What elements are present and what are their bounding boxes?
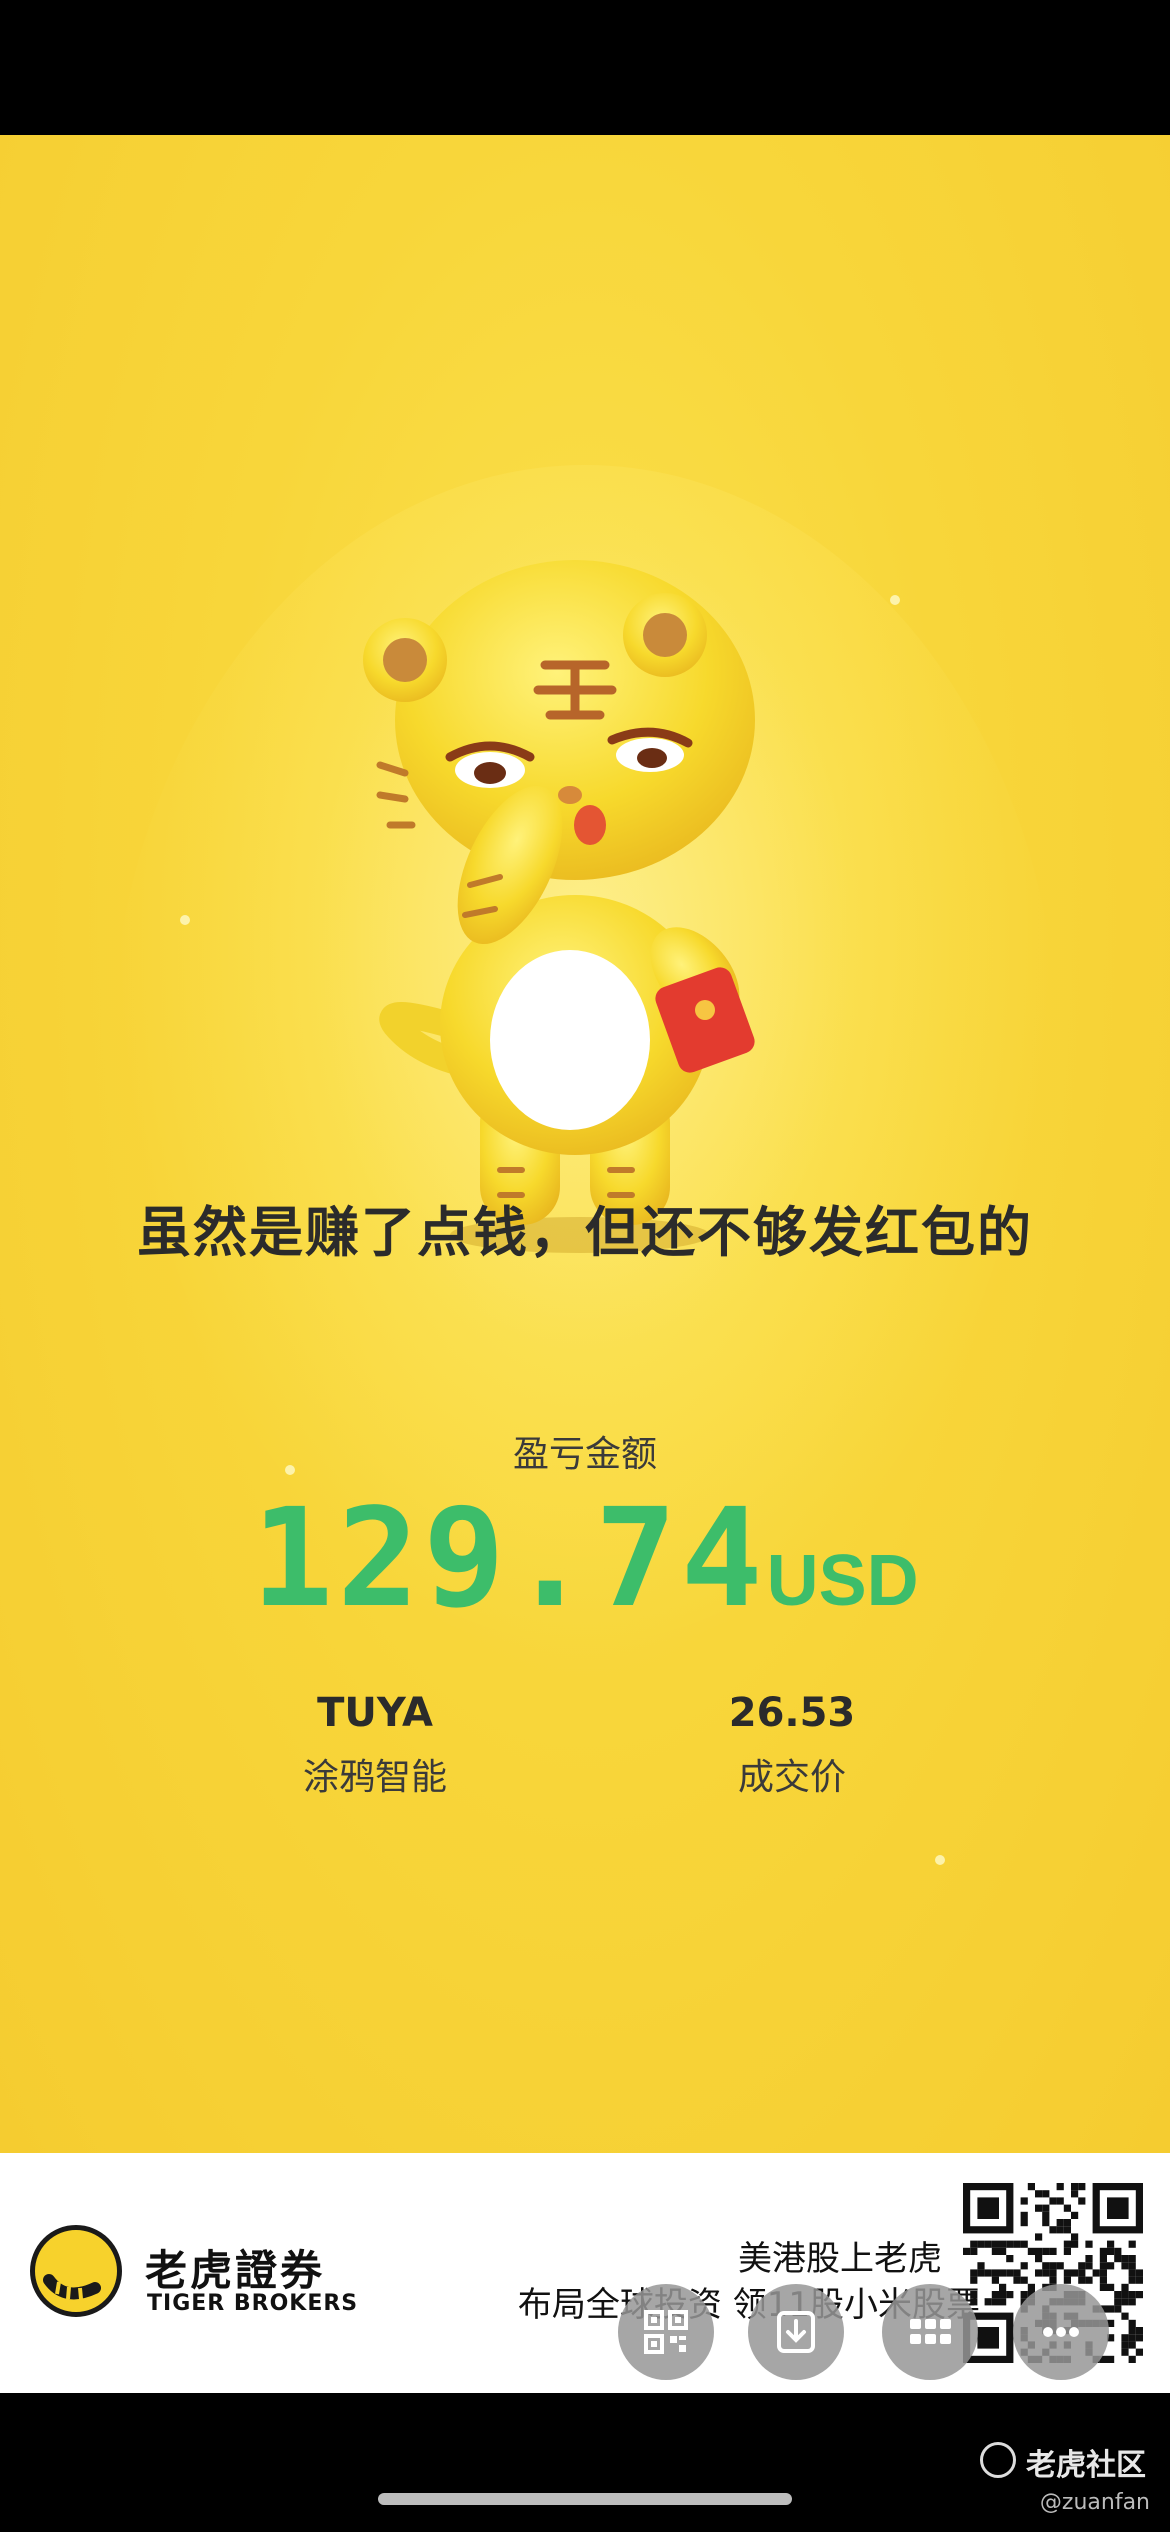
sparkle-dot bbox=[180, 915, 190, 925]
grid-button[interactable] bbox=[882, 2284, 978, 2380]
home-indicator[interactable] bbox=[378, 2493, 792, 2505]
brand-name-en: TIGER BROKERS bbox=[147, 2291, 359, 2316]
price-info: 26.53 成交价 bbox=[632, 1690, 952, 1800]
more-icon bbox=[1043, 2327, 1079, 2337]
pl-amount-display: 129.74USD bbox=[0, 1480, 1170, 1638]
grid-icon bbox=[910, 2319, 951, 2344]
sparkle-dot bbox=[935, 1855, 945, 1865]
share-poster: 虽然是赚了点钱，但还不够发红包的 盈亏金额 129.74USD TUYA 涂鸦智… bbox=[0, 135, 1170, 2153]
community-watermark: 老虎社区 bbox=[1026, 2448, 1146, 2483]
trade-price-label: 成交价 bbox=[737, 1757, 846, 1798]
qr-code-icon bbox=[644, 2310, 688, 2354]
stock-name: 涂鸦智能 bbox=[302, 1757, 447, 1798]
promo-line-1: 美港股上老虎 bbox=[738, 2239, 942, 2279]
pl-label: 盈亏金额 bbox=[512, 1434, 657, 1475]
stock-info: TUYA 涂鸦智能 bbox=[215, 1690, 535, 1800]
pl-amount: 129.74 bbox=[251, 1480, 767, 1638]
qr-code-button[interactable] bbox=[618, 2284, 714, 2380]
top-black-bar bbox=[0, 0, 1170, 135]
tiger-mascot-illustration bbox=[363, 560, 755, 1253]
pl-currency: USD bbox=[766, 1541, 919, 1621]
community-logo-icon bbox=[980, 2442, 1016, 2478]
tiger-brokers-logo-icon bbox=[30, 2225, 122, 2317]
download-button[interactable] bbox=[748, 2284, 844, 2380]
download-icon bbox=[777, 2311, 815, 2353]
more-button[interactable] bbox=[1013, 2284, 1109, 2380]
brand-banner: 老虎證券 TIGER BROKERS 美港股上老虎 布局全球投资 领11股小米股… bbox=[0, 2153, 1170, 2393]
sparkle-dot bbox=[890, 595, 900, 605]
brand-name-cn: 老虎證券 bbox=[145, 2246, 326, 2295]
slogan-text: 虽然是赚了点钱，但还不够发红包的 bbox=[137, 1201, 1033, 1264]
trade-price: 26.53 bbox=[728, 1690, 856, 1736]
user-handle: @zuanfan bbox=[1039, 2490, 1150, 2515]
stock-symbol: TUYA bbox=[317, 1690, 433, 1736]
